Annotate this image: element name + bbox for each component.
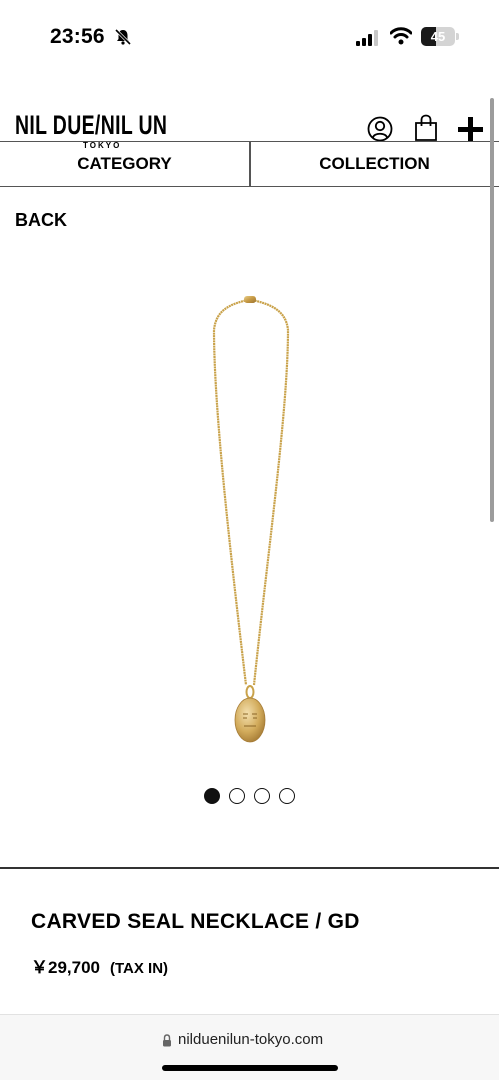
product-title: CARVED SEAL NECKLACE / GD: [31, 910, 360, 933]
browser-bottom-bar: nilduenilun-tokyo.com: [0, 1014, 499, 1080]
nav-collection[interactable]: COLLECTION: [250, 142, 499, 186]
brand-name: NIL DUE/NIL UN: [15, 110, 168, 140]
status-bar: 23:56 45: [0, 0, 499, 70]
brand-logo[interactable]: NIL DUE/NIL UN TOKYO: [15, 110, 227, 150]
back-link[interactable]: BACK: [15, 210, 67, 231]
home-indicator[interactable]: [162, 1065, 338, 1071]
page-scrollbar[interactable]: [490, 98, 494, 522]
product-image[interactable]: [200, 290, 300, 745]
wifi-icon: [390, 27, 412, 45]
product-price: ￥29,700: [31, 958, 100, 977]
shopping-bag-icon[interactable]: [414, 114, 438, 142]
carousel-dots: [204, 788, 295, 804]
nav-category[interactable]: CATEGORY: [0, 142, 249, 186]
account-icon[interactable]: [367, 116, 393, 142]
signal-icon: [356, 30, 378, 46]
section-divider: [0, 867, 499, 869]
carousel-dot[interactable]: [254, 788, 270, 804]
lock-icon: [163, 1034, 171, 1047]
product-price-row: ￥29,700 (TAX IN): [31, 953, 168, 978]
product-tax: (TAX IN): [110, 960, 169, 977]
carousel-dot[interactable]: [279, 788, 295, 804]
battery-nub: [456, 33, 459, 40]
carousel-dot[interactable]: [204, 788, 220, 804]
carousel-dot[interactable]: [229, 788, 245, 804]
bell-muted-icon: [114, 28, 132, 46]
battery-level: 45: [430, 29, 446, 44]
battery-icon: 45: [421, 27, 455, 46]
url-address[interactable]: nilduenilun-tokyo.com: [178, 1031, 323, 1048]
plus-icon[interactable]: [457, 116, 484, 143]
status-time: 23:56: [50, 25, 105, 48]
category-nav: CATEGORY COLLECTION: [0, 141, 499, 187]
